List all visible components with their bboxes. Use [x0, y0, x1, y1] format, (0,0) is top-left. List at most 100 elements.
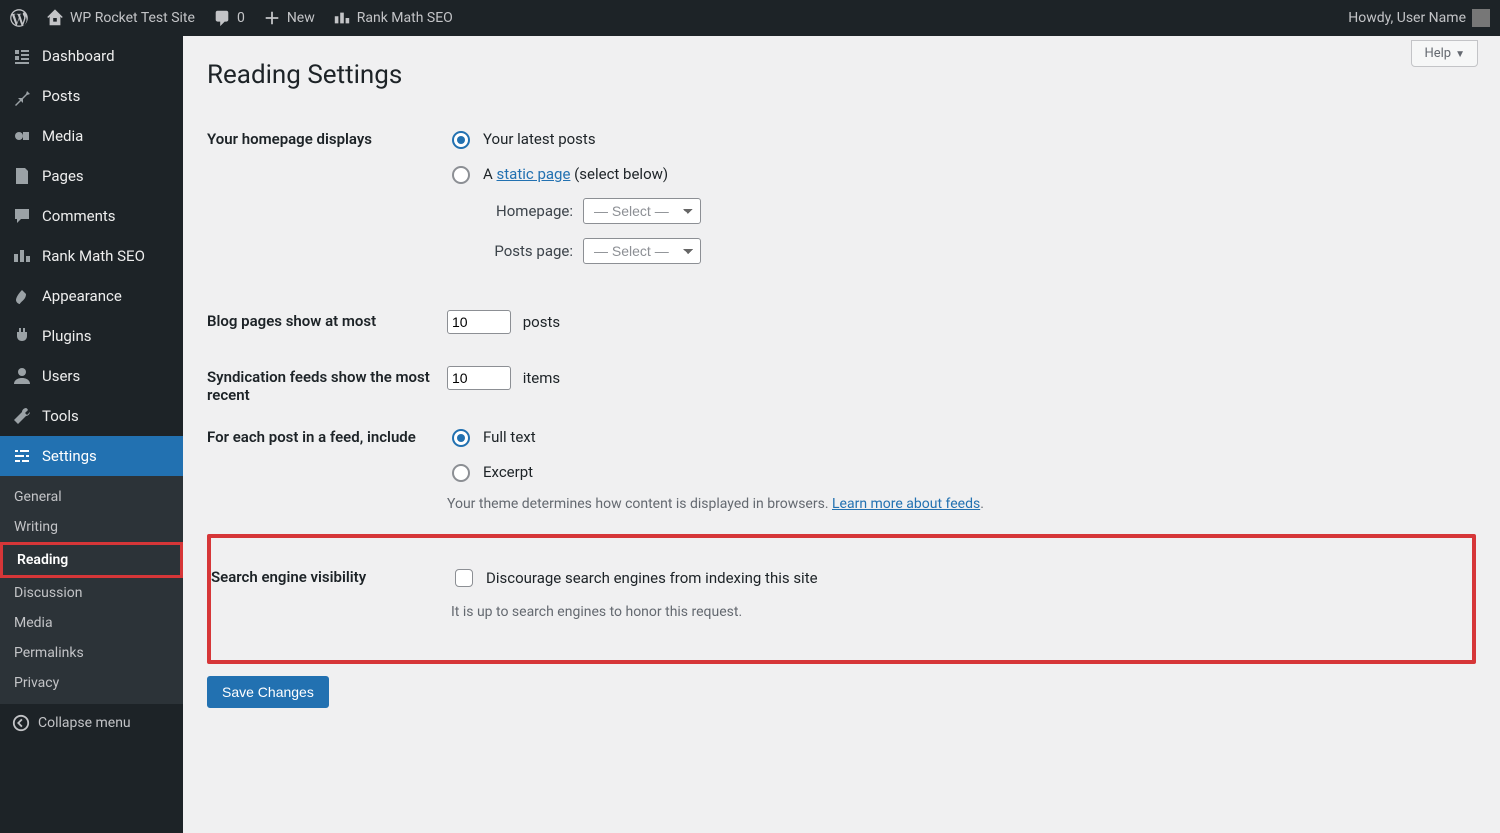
- comments-link[interactable]: 0: [213, 9, 245, 27]
- wp-logo[interactable]: [10, 9, 28, 27]
- sidebar-item-label: Tools: [42, 407, 79, 425]
- collapse-menu[interactable]: Collapse menu: [0, 704, 183, 742]
- dashboard-icon: [12, 46, 32, 66]
- text: .: [980, 496, 984, 512]
- radio-label: Excerpt: [483, 463, 533, 481]
- field-heading-blogpages: Blog pages show at most: [207, 300, 447, 356]
- homepage-select-label: Homepage:: [473, 202, 573, 220]
- sidebar-item-media[interactable]: Media: [0, 116, 183, 156]
- admin-sidebar: Dashboard Posts Media Pages Comments Ran…: [0, 36, 183, 833]
- radio-excerpt[interactable]: [452, 464, 470, 482]
- home-icon: [46, 9, 64, 27]
- comment-icon: [12, 206, 32, 226]
- wrench-icon: [12, 406, 32, 426]
- plug-icon: [12, 326, 32, 346]
- user-icon: [12, 366, 32, 386]
- sidebar-item-pages[interactable]: Pages: [0, 156, 183, 196]
- comment-count: 0: [237, 10, 245, 26]
- field-heading-homepage: Your homepage displays: [207, 118, 447, 300]
- submenu-media[interactable]: Media: [0, 608, 183, 638]
- text: Your theme determines how content is dis…: [447, 496, 832, 512]
- rankmath-label: Rank Math SEO: [357, 10, 453, 26]
- discourage-checkbox[interactable]: [455, 569, 473, 587]
- text: A: [483, 165, 497, 183]
- media-icon: [12, 126, 32, 146]
- submenu-reading[interactable]: Reading: [0, 542, 183, 578]
- sidebar-item-label: Media: [42, 127, 83, 145]
- sidebar-item-label: Plugins: [42, 327, 91, 345]
- field-heading-syndication: Syndication feeds show the most recent: [207, 356, 447, 416]
- content-area: Help ▼ Reading Settings Your homepage dis…: [183, 36, 1500, 833]
- radio-label: Your latest posts: [483, 130, 596, 148]
- help-tab[interactable]: Help ▼: [1411, 40, 1478, 67]
- sidebar-item-posts[interactable]: Posts: [0, 76, 183, 116]
- search-visibility-highlight: Search engine visibility Discourage sear…: [207, 534, 1476, 664]
- new-label: New: [287, 10, 315, 26]
- sidebar-item-plugins[interactable]: Plugins: [0, 316, 183, 356]
- sidebar-item-rankmath[interactable]: Rank Math SEO: [0, 236, 183, 276]
- sidebar-item-label: Rank Math SEO: [42, 247, 145, 265]
- site-title: WP Rocket Test Site: [70, 10, 195, 26]
- postspage-select-label: Posts page:: [473, 242, 573, 260]
- field-heading-search-visibility: Search engine visibility: [211, 556, 451, 642]
- search-visibility-desc: It is up to search engines to honor this…: [451, 604, 1460, 620]
- chart-bar-icon: [12, 246, 32, 266]
- syndication-input[interactable]: [447, 366, 511, 390]
- chart-bar-icon: [333, 9, 351, 27]
- admin-bar: WP Rocket Test Site 0 New Rank Math SEO …: [0, 0, 1500, 36]
- homepage-select[interactable]: — Select —: [583, 198, 701, 224]
- page-icon: [12, 166, 32, 186]
- submenu-discussion[interactable]: Discussion: [0, 578, 183, 608]
- submenu-permalinks[interactable]: Permalinks: [0, 638, 183, 668]
- save-changes-button[interactable]: Save Changes: [207, 676, 329, 708]
- collapse-label: Collapse menu: [38, 715, 131, 731]
- submenu-privacy[interactable]: Privacy: [0, 668, 183, 698]
- feed-description: Your theme determines how content is dis…: [447, 496, 1476, 512]
- wordpress-icon: [10, 9, 28, 27]
- plus-icon: [263, 9, 281, 27]
- text: (select below): [570, 165, 668, 183]
- learn-more-feeds-link[interactable]: Learn more about feeds: [832, 496, 980, 512]
- brush-icon: [12, 286, 32, 306]
- pin-icon: [12, 86, 32, 106]
- submenu-general[interactable]: General: [0, 482, 183, 512]
- new-content-link[interactable]: New: [263, 9, 315, 27]
- radio-full-text[interactable]: [452, 429, 470, 447]
- sliders-icon: [12, 446, 32, 466]
- sidebar-item-label: Dashboard: [42, 47, 115, 65]
- user-menu[interactable]: Howdy, User Name: [1348, 9, 1490, 27]
- radio-label: A static page (select below): [483, 165, 668, 183]
- static-page-link[interactable]: static page: [497, 165, 571, 183]
- sidebar-item-dashboard[interactable]: Dashboard: [0, 36, 183, 76]
- postspage-select[interactable]: — Select —: [583, 238, 701, 264]
- checkbox-label: Discourage search engines from indexing …: [486, 569, 818, 587]
- settings-submenu: General Writing Reading Discussion Media…: [0, 476, 183, 704]
- field-heading-feed: For each post in a feed, include: [207, 416, 447, 534]
- collapse-icon: [12, 714, 30, 732]
- sidebar-item-label: Pages: [42, 167, 84, 185]
- radio-label: Full text: [483, 428, 536, 446]
- sidebar-item-settings[interactable]: Settings: [0, 436, 183, 476]
- radio-static-page[interactable]: [452, 166, 470, 184]
- radio-latest-posts[interactable]: [452, 131, 470, 149]
- sidebar-item-label: Appearance: [42, 287, 122, 305]
- sidebar-item-comments[interactable]: Comments: [0, 196, 183, 236]
- howdy-text: Howdy, User Name: [1348, 10, 1466, 26]
- sidebar-item-users[interactable]: Users: [0, 356, 183, 396]
- sidebar-item-appearance[interactable]: Appearance: [0, 276, 183, 316]
- suffix-text: posts: [523, 313, 560, 331]
- blog-pages-input[interactable]: [447, 310, 511, 334]
- suffix-text: items: [523, 369, 560, 387]
- comment-icon: [213, 9, 231, 27]
- rankmath-link[interactable]: Rank Math SEO: [333, 9, 453, 27]
- avatar: [1472, 9, 1490, 27]
- sidebar-item-label: Settings: [42, 447, 97, 465]
- sidebar-item-label: Posts: [42, 87, 80, 105]
- submenu-writing[interactable]: Writing: [0, 512, 183, 542]
- sidebar-item-label: Comments: [42, 207, 116, 225]
- chevron-down-icon: ▼: [1455, 49, 1465, 60]
- sidebar-item-tools[interactable]: Tools: [0, 396, 183, 436]
- site-link[interactable]: WP Rocket Test Site: [46, 9, 195, 27]
- help-label: Help: [1424, 46, 1451, 61]
- page-title: Reading Settings: [207, 60, 1476, 90]
